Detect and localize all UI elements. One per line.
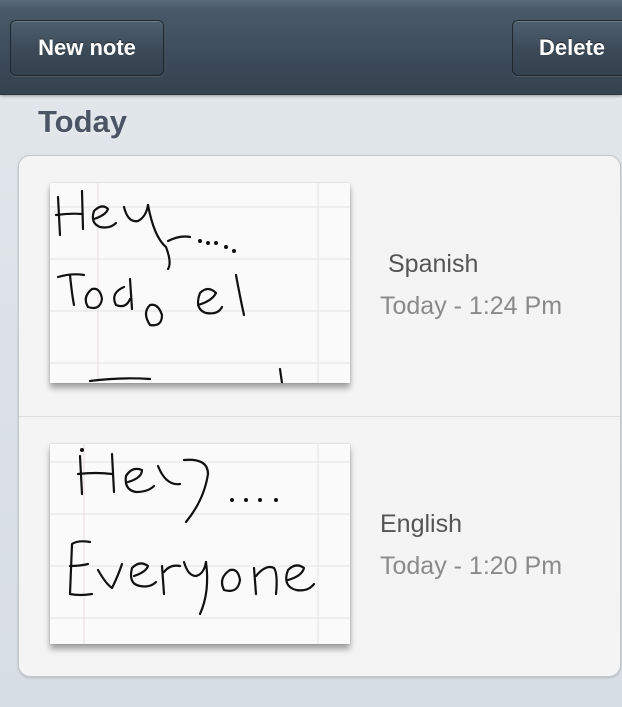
note-timestamp: Today - 1:24 Pm xyxy=(380,292,563,320)
note-title: Spanish xyxy=(388,250,479,278)
top-toolbar: New note Delete xyxy=(0,0,622,95)
note-title: English xyxy=(380,510,462,538)
handwriting-preview xyxy=(50,444,350,644)
note-thumbnail xyxy=(50,183,350,383)
note-thumbnail xyxy=(50,444,350,644)
handwriting-preview xyxy=(50,183,350,383)
delete-button[interactable]: Delete xyxy=(512,20,622,76)
note-list-item[interactable]: English Today - 1:20 Pm xyxy=(19,416,620,676)
note-list-item[interactable]: Spanish Today - 1:24 Pm xyxy=(19,156,620,416)
new-note-button[interactable]: New note xyxy=(10,20,164,76)
section-header-today: Today xyxy=(38,104,127,139)
note-timestamp: Today - 1:20 Pm xyxy=(380,552,563,580)
notes-list: Spanish Today - 1:24 Pm English Today - … xyxy=(18,155,621,677)
